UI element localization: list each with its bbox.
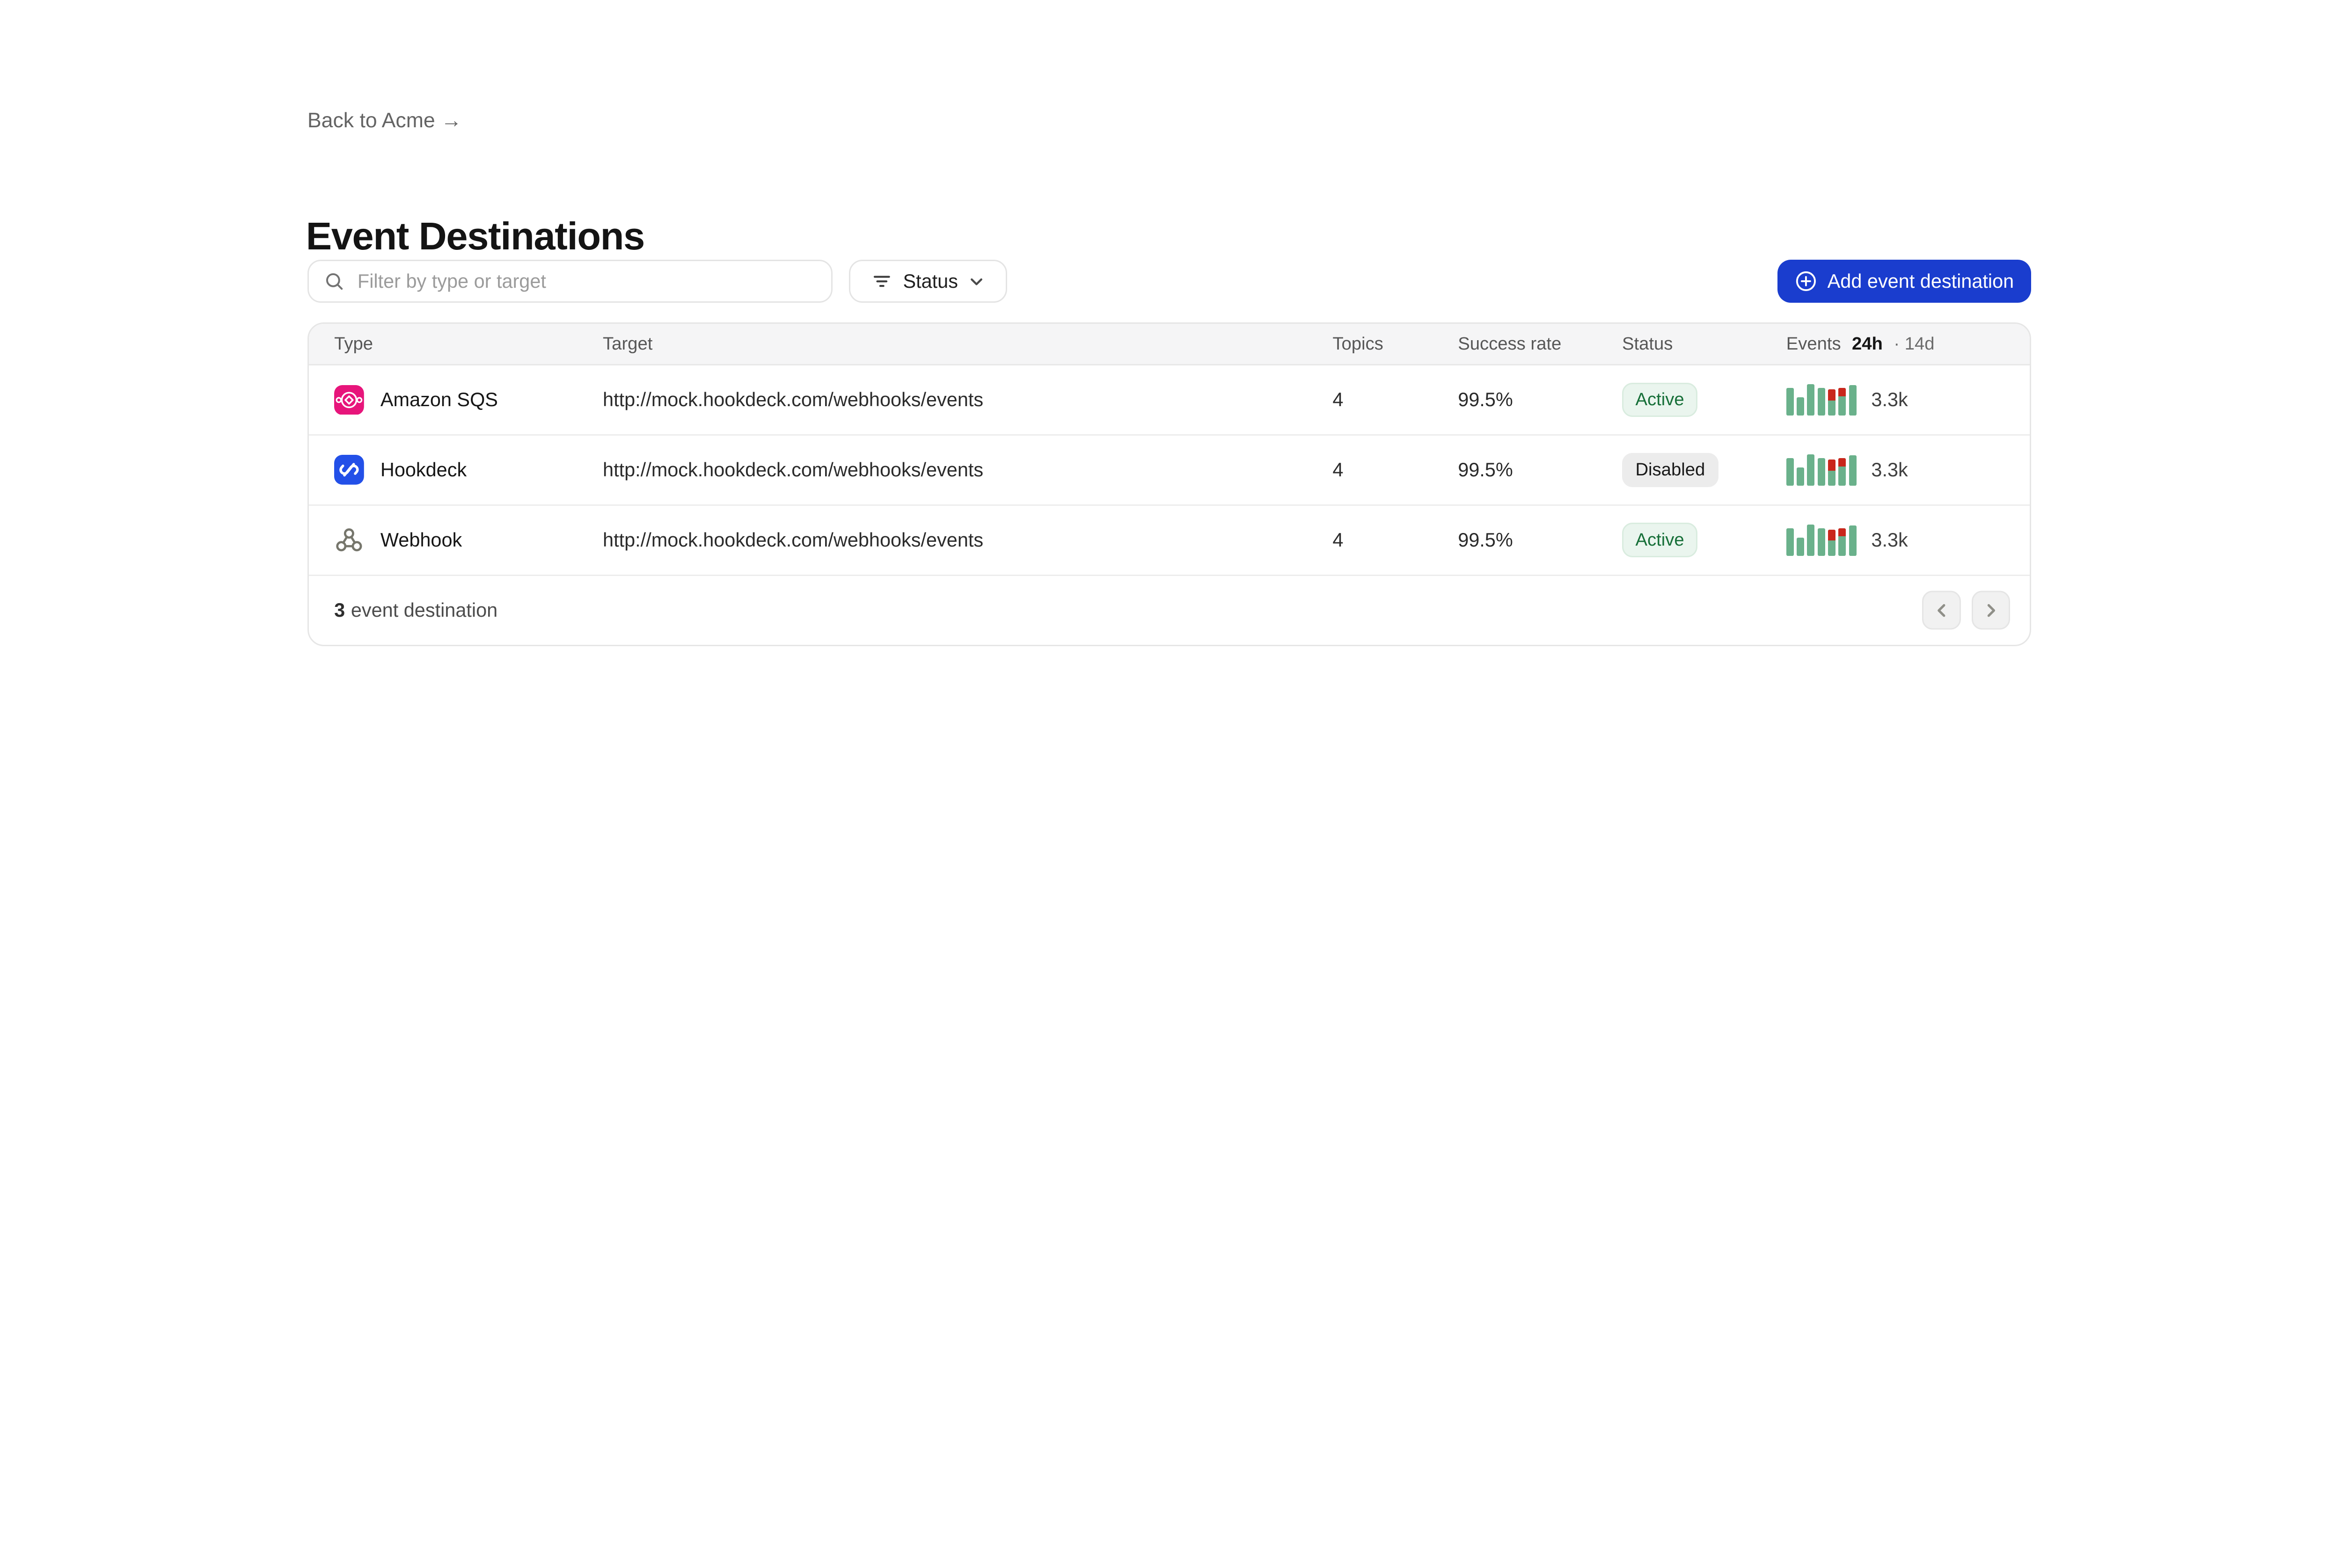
back-to-acme-link[interactable]: Back to Acme → xyxy=(307,109,462,132)
destination-success-rate: 99.5% xyxy=(1458,388,1622,411)
previous-page-button[interactable] xyxy=(1922,591,1961,630)
page-title: Event Destinations xyxy=(306,214,644,259)
column-header-events: Events 24h · 14d xyxy=(1786,334,2030,354)
status-badge: Active xyxy=(1622,383,1697,417)
destination-success-rate: 99.5% xyxy=(1458,459,1622,481)
search-input-wrapper[interactable] xyxy=(307,260,833,303)
events-count: 3.3k xyxy=(1871,459,1908,481)
destination-target: http://mock.hookdeck.com/webhooks/events xyxy=(603,529,1332,551)
destination-topics: 4 xyxy=(1332,529,1458,551)
destination-type-label: Amazon SQS xyxy=(380,388,498,411)
hookdeck-icon xyxy=(334,455,364,485)
destination-target: http://mock.hookdeck.com/webhooks/events xyxy=(603,388,1332,411)
status-badge: Active xyxy=(1622,523,1697,557)
toolbar: Status Add event destination xyxy=(307,260,2031,303)
chevron-left-icon xyxy=(1933,601,1951,619)
column-header-status: Status xyxy=(1622,334,1786,354)
add-event-destination-button[interactable]: Add event destination xyxy=(1777,260,2031,303)
events-count: 3.3k xyxy=(1871,529,1908,551)
table-row[interactable]: Amazon SQS http://mock.hookdeck.com/webh… xyxy=(309,365,2030,436)
pagination xyxy=(1922,591,2010,630)
column-header-target: Target xyxy=(603,334,1332,354)
table-header-row: Type Target Topics Success rate Status E… xyxy=(309,324,2030,365)
status-filter-button[interactable]: Status xyxy=(849,260,1007,303)
events-sparkline xyxy=(1786,384,1857,416)
column-header-type: Type xyxy=(334,334,603,354)
event-destinations-table: Type Target Topics Success rate Status E… xyxy=(307,322,2031,646)
destination-target: http://mock.hookdeck.com/webhooks/events xyxy=(603,459,1332,481)
destination-type-label: Webhook xyxy=(380,529,462,551)
next-page-button[interactable] xyxy=(1972,591,2011,630)
events-sparkline xyxy=(1786,454,1857,486)
add-event-destination-label: Add event destination xyxy=(1828,270,2014,292)
table-row[interactable]: Hookdeck http://mock.hookdeck.com/webhoo… xyxy=(309,436,2030,506)
status-filter-label: Status xyxy=(903,270,958,292)
table-footer: 3 event destination xyxy=(309,576,2030,645)
table-row[interactable]: Webhook http://mock.hookdeck.com/webhook… xyxy=(309,506,2030,576)
column-header-topics: Topics xyxy=(1332,334,1458,354)
events-count: 3.3k xyxy=(1871,388,1908,411)
destination-success-rate: 99.5% xyxy=(1458,529,1622,551)
destination-topics: 4 xyxy=(1332,459,1458,481)
search-icon xyxy=(324,271,345,292)
event-destinations-page: Back to Acme → Event Destinations Status xyxy=(0,0,2340,1511)
filter-icon xyxy=(871,271,892,292)
chevron-down-icon xyxy=(968,273,985,290)
destination-count: 3 xyxy=(334,599,345,621)
status-badge: Disabled xyxy=(1622,453,1718,488)
events-sparkline xyxy=(1786,525,1857,556)
amazon-sqs-icon xyxy=(334,385,364,415)
destination-type-label: Hookdeck xyxy=(380,459,467,481)
column-header-success-rate: Success rate xyxy=(1458,334,1622,354)
webhook-icon xyxy=(334,525,364,555)
destination-count-label: event destination xyxy=(351,599,497,621)
search-input[interactable] xyxy=(357,270,817,293)
chevron-right-icon xyxy=(1982,601,2000,619)
destination-topics: 4 xyxy=(1332,388,1458,411)
plus-circle-icon xyxy=(1795,270,1817,292)
